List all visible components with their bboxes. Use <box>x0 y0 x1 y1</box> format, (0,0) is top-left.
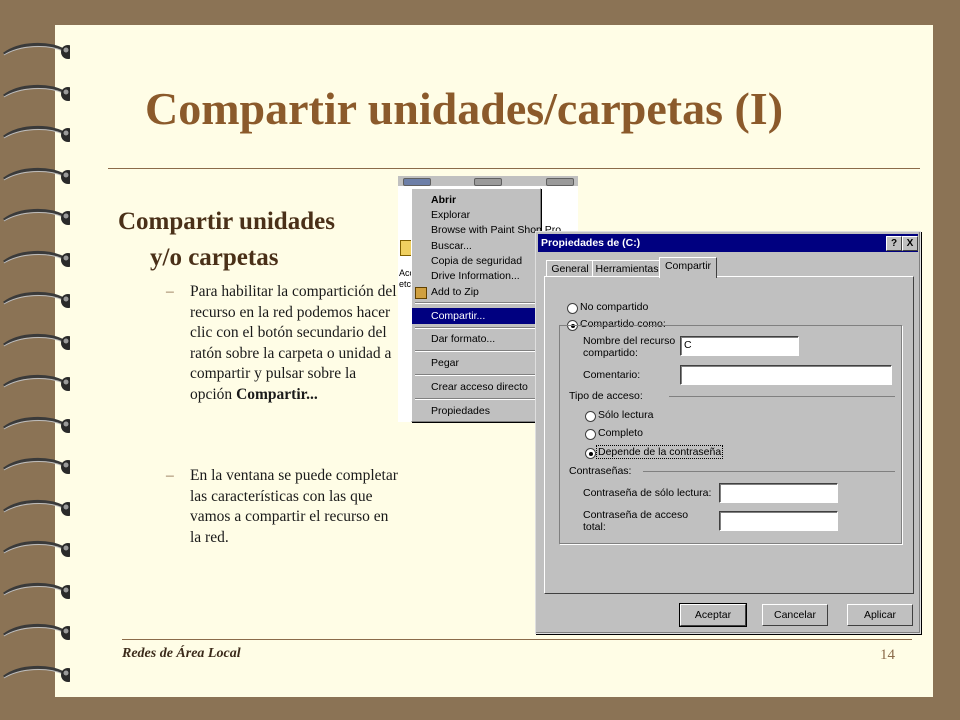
radio-depende-contrasena[interactable] <box>585 448 596 459</box>
menu-item-explorar[interactable]: Explorar <box>412 207 540 223</box>
toolbar-tab[interactable] <box>403 178 431 186</box>
binding-ring <box>3 42 70 59</box>
menu-separator <box>415 398 537 400</box>
menu-item-label: Add to Zip <box>431 286 479 298</box>
label-nombre-recurso-1: Nombre del recurso <box>583 335 676 347</box>
menu-item-copia-seguridad[interactable]: Copia de seguridad <box>412 253 540 269</box>
menu-item-pegar[interactable]: Pegar <box>412 355 540 371</box>
label-comentario: Comentario: <box>583 369 641 381</box>
label-depende-contrasena: Depende de la contraseña <box>596 445 724 459</box>
cancelar-button[interactable]: Cancelar <box>762 604 828 626</box>
bullet-2: – En la ventana se puede completar las c… <box>166 466 400 548</box>
help-button[interactable]: ? <box>886 236 902 251</box>
side-label: etc <box>399 279 412 289</box>
menu-item-drive-info[interactable]: Drive Information... <box>412 268 540 284</box>
label-contrasenas: Contraseñas: <box>569 465 635 477</box>
binding-ring <box>3 665 70 682</box>
binding-ring <box>3 374 70 391</box>
binding-ring <box>3 582 70 599</box>
contrasenas-divider <box>643 471 895 472</box>
menu-item-crear-acceso[interactable]: Crear acceso directo <box>412 379 540 395</box>
label-solo-lectura: Sólo lectura <box>598 409 654 421</box>
label-tipo-acceso: Tipo de acceso: <box>569 390 646 402</box>
tab-general[interactable]: General <box>546 260 594 277</box>
pw-solo-lectura-input[interactable] <box>719 483 838 503</box>
menu-item-add-to-zip[interactable]: Add to Zip <box>412 284 540 300</box>
binding-ring <box>3 540 70 557</box>
label-pw-acceso-total-1: Contraseña de acceso <box>583 509 689 521</box>
bullet-dash: – <box>166 283 174 300</box>
menu-item-compartir[interactable]: Compartir... <box>412 308 540 324</box>
binding-ring <box>3 457 70 474</box>
label-completo: Completo <box>598 427 643 439</box>
binding-ring <box>3 84 70 101</box>
menu-separator <box>415 327 537 329</box>
subheading: Compartir unidades y/o carpetas <box>118 204 408 276</box>
comentario-input[interactable] <box>680 365 892 385</box>
binding-ring <box>3 125 70 142</box>
binding-ring <box>3 291 70 308</box>
menu-item-propiedades[interactable]: Propiedades <box>412 403 540 419</box>
binding-ring <box>3 333 70 350</box>
footer-divider <box>122 639 912 640</box>
tipo-acceso-divider <box>669 396 895 397</box>
label-pw-acceso-total-2: total: <box>583 521 606 533</box>
nombre-recurso-input[interactable]: C <box>680 336 799 356</box>
properties-dialog: Propiedades de (C:) ? X General Herramie… <box>535 231 921 634</box>
binding-ring <box>3 250 70 267</box>
subheading-line-2: y/o carpetas <box>150 244 279 271</box>
binding-ring <box>3 499 70 516</box>
menu-separator <box>415 350 537 352</box>
zip-icon <box>415 287 427 299</box>
tab-panel: No compartido Compartido como: Nombre de… <box>544 276 914 594</box>
bullet-dash: – <box>166 467 174 484</box>
menu-item-abrir[interactable]: Abrir <box>412 192 540 208</box>
slide-title: Compartir unidades/carpetas (I) <box>145 83 784 134</box>
menu-item-buscar[interactable]: Buscar... <box>412 238 540 254</box>
menu-separator <box>415 374 537 376</box>
context-menu: Abrir Explorar Browse with Paint Shop Pr… <box>411 188 561 422</box>
radio-no-compartido[interactable] <box>567 303 578 314</box>
toolbar-tab[interactable] <box>474 178 502 186</box>
label-no-compartido: No compartido <box>580 301 649 313</box>
radio-completo[interactable] <box>585 429 596 440</box>
label-nombre-recurso-2: compartido: <box>583 347 638 359</box>
pw-acceso-total-input[interactable] <box>719 511 838 531</box>
menu-separator <box>415 302 537 304</box>
tab-herramientas[interactable]: Herramientas <box>592 260 662 277</box>
binding-ring <box>3 208 70 225</box>
binding-ring <box>3 416 70 433</box>
binding-ring <box>3 623 70 640</box>
menu-item-paint-shop[interactable]: Browse with Paint Shop Pro <box>412 222 561 238</box>
toolbar-tab[interactable] <box>546 178 574 186</box>
binding-ring <box>3 167 70 184</box>
close-button[interactable]: X <box>902 236 918 251</box>
bullet-bold-text: Compartir... <box>236 385 318 403</box>
bullet-text: En la ventana se puede completar las car… <box>190 467 398 546</box>
radio-selected-dot <box>588 451 593 456</box>
page-number: 14 <box>880 647 895 663</box>
aplicar-button[interactable]: Aplicar <box>847 604 913 626</box>
dialog-title: Propiedades de (C:) <box>541 237 641 249</box>
menu-item-dar-formato[interactable]: Dar formato... <box>412 331 540 347</box>
tab-compartir[interactable]: Compartir <box>659 257 717 278</box>
label-pw-solo-lectura: Contraseña de sólo lectura: <box>583 487 712 499</box>
aceptar-button[interactable]: Aceptar <box>679 603 747 627</box>
bullet-1: – Para habilitar la compartición del rec… <box>166 282 400 405</box>
dialog-titlebar[interactable]: Propiedades de (C:) ? X <box>538 234 918 252</box>
subheading-line-1: Compartir unidades <box>118 208 335 235</box>
footer-label: Redes de Área Local <box>122 646 241 661</box>
radio-solo-lectura[interactable] <box>585 411 596 422</box>
explorer-toolbar <box>398 176 578 186</box>
title-divider <box>108 168 920 169</box>
